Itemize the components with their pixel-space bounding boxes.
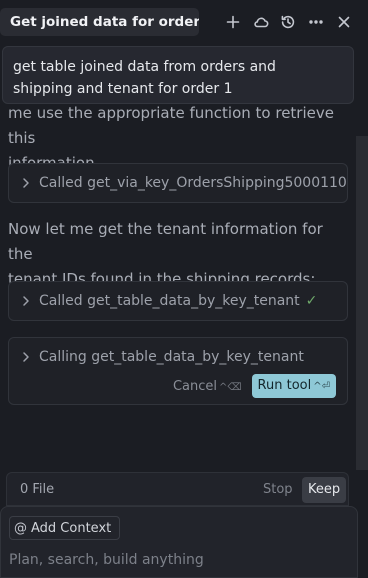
- chat-panel: Get joined data for order 1 get table jo…: [0, 0, 368, 578]
- prompt-input[interactable]: [9, 550, 349, 570]
- assistant-text-line: Now let me get the tenant information fo…: [8, 220, 323, 263]
- assistant-text-line: me use the appropriate function to retri…: [8, 104, 334, 147]
- add-context-label: Add Context: [31, 520, 112, 536]
- plus-icon[interactable]: [222, 11, 244, 33]
- check-icon: ✓: [305, 293, 318, 309]
- user-message-line: shipping and tenant for order 1: [13, 81, 233, 97]
- history-icon[interactable]: [277, 11, 299, 33]
- keep-button[interactable]: Keep: [302, 477, 347, 503]
- chat-title[interactable]: Get joined data for order 1: [0, 8, 199, 36]
- chevron-right-icon: [19, 176, 33, 190]
- tool-call-card[interactable]: Called get_table_data_by_key_tenant ✓: [8, 281, 348, 321]
- cloud-icon[interactable]: [250, 11, 272, 33]
- composer: @ Add Context: [0, 506, 358, 578]
- at-sign-icon: @: [14, 520, 27, 536]
- chat-header: Get joined data for order 1: [0, 0, 368, 44]
- close-icon[interactable]: [333, 11, 355, 33]
- run-tool-label: Run tool: [257, 378, 312, 393]
- tool-call-card[interactable]: Called get_via_key_OrdersShipping5000110…: [8, 163, 348, 203]
- stop-button[interactable]: Stop: [263, 482, 293, 497]
- file-count[interactable]: 0 File: [20, 482, 54, 497]
- scrollbar[interactable]: [356, 136, 368, 470]
- user-message-line: get table joined data from orders and: [13, 59, 276, 75]
- shortcut-hint: ^⏎: [313, 381, 330, 392]
- tool-call-label: Called get_table_data_by_key_tenant: [39, 293, 300, 309]
- conversation-area: get table joined data from orders and sh…: [0, 44, 368, 470]
- tool-call-label: Called get_via_key_OrdersShipping5000110: [39, 175, 347, 191]
- user-message[interactable]: get table joined data from orders and sh…: [2, 46, 354, 104]
- add-context-button[interactable]: @ Add Context: [9, 516, 121, 540]
- cancel-label: Cancel: [172, 378, 218, 394]
- run-tool-button[interactable]: Run tool ^⏎: [251, 374, 336, 398]
- shortcut-hint: ^⌫: [219, 381, 242, 393]
- chevron-right-icon: [19, 350, 33, 364]
- tool-call-pending-card: Calling get_table_data_by_key_tenant Can…: [8, 337, 348, 405]
- more-icon[interactable]: [305, 11, 327, 33]
- tool-call-label: Calling get_table_data_by_key_tenant: [39, 349, 304, 365]
- pending-files-bar: 0 File Stop Keep: [6, 472, 349, 506]
- cancel-button[interactable]: Cancel ^⌫: [173, 379, 242, 394]
- chevron-right-icon: [19, 294, 33, 308]
